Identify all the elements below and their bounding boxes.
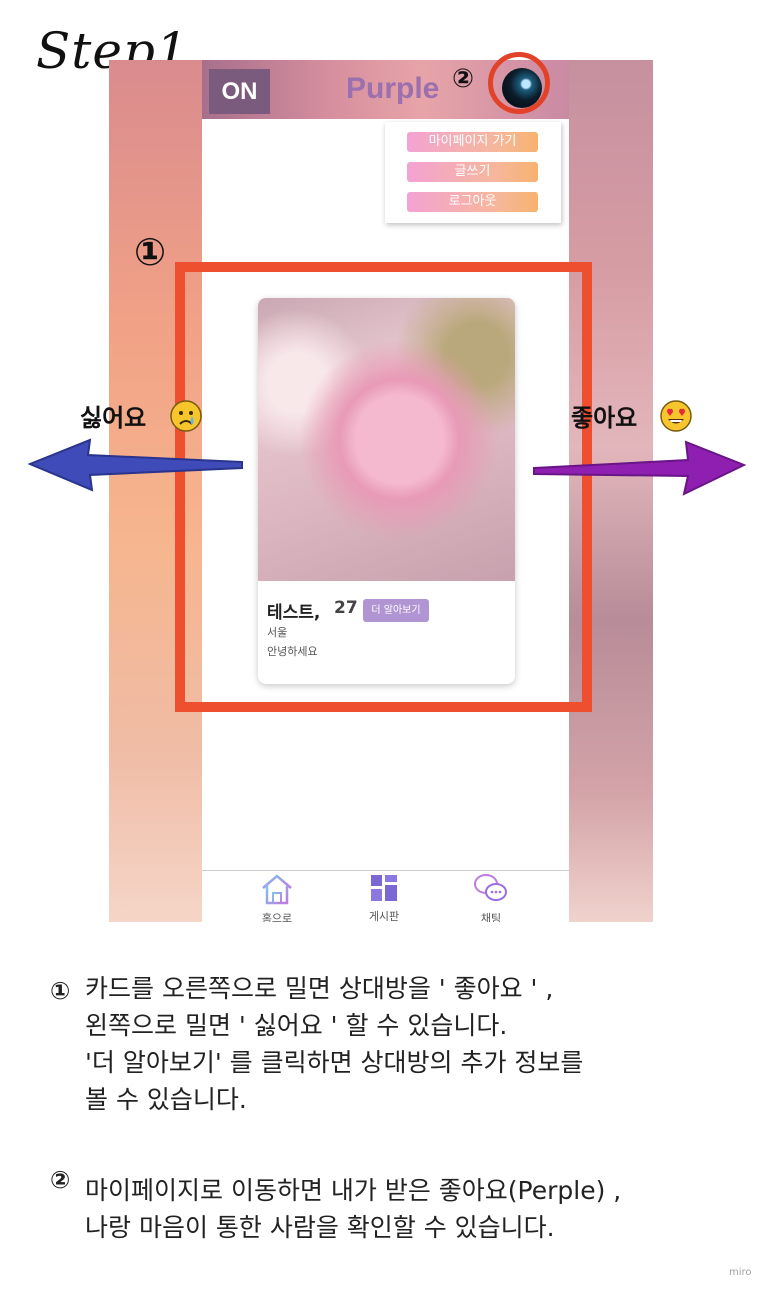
bottom-nav: 홈으로 게시판 채팅 (202, 870, 569, 922)
board-grid-icon (371, 875, 397, 901)
nav-chat-label: 채팅 (480, 912, 502, 922)
menu-item-mypage[interactable]: 마이페이지 가기 (407, 132, 538, 152)
highlight-circle-avatar (488, 52, 550, 114)
description-one-text: 카드를 오른쪽으로 밀면 상대방을 ' 좋아요 ' , 왼쪽으로 밀면 ' 싫어… (85, 970, 745, 1118)
nav-board-label: 게시판 (368, 910, 400, 922)
description-two-line: 나랑 마음이 통한 사람을 확인할 수 있습니다. (85, 1213, 555, 1242)
description-one-line: 왼쪽으로 밀면 ' 싫어요 ' 할 수 있습니다. (85, 1011, 508, 1040)
description-two-line: 마이페이지로 이동하면 내가 받은 좋아요(Perple) , (85, 1176, 622, 1205)
nav-chat[interactable]: 채팅 (451, 873, 531, 922)
swipe-right-arrow (533, 440, 746, 496)
swipe-left-arrow (28, 438, 243, 492)
marker-one: ① (134, 230, 167, 274)
chat-bubbles-icon (474, 874, 507, 901)
description-one-line: 카드를 오른쪽으로 밀면 상대방을 ' 좋아요 ' , (85, 974, 554, 1003)
like-label: 좋아요 (571, 404, 638, 432)
dislike-label: 싫어요 (80, 404, 147, 432)
profile-dropdown-menu: 마이페이지 가기 글쓰기 로그아웃 (385, 122, 561, 223)
description-one-line: '더 알아보기' 를 클릭하면 상대방의 추가 정보를 (85, 1048, 584, 1077)
home-icon (262, 874, 292, 905)
heart-eyes-face-icon (660, 400, 692, 432)
menu-item-logout[interactable]: 로그아웃 (407, 192, 538, 212)
nav-home-label: 홈으로 (261, 912, 293, 922)
description-two-text: 마이페이지로 이동하면 내가 받은 좋아요(Perple) , 나랑 마음이 통… (85, 1172, 745, 1246)
brand-title: Purple (346, 72, 440, 105)
description-one-line: 볼 수 있습니다. (85, 1085, 247, 1114)
menu-item-write[interactable]: 글쓰기 (407, 162, 538, 182)
nav-home[interactable]: 홈으로 (237, 873, 317, 922)
marker-two: ② (452, 64, 475, 94)
miro-watermark: miro (729, 1267, 752, 1278)
logo[interactable]: ON (209, 69, 270, 114)
crying-face-icon (170, 400, 202, 432)
description-two-marker: ② (50, 1166, 71, 1194)
nav-board[interactable]: 게시판 (344, 873, 424, 922)
description-one-marker: ① (50, 977, 71, 1005)
